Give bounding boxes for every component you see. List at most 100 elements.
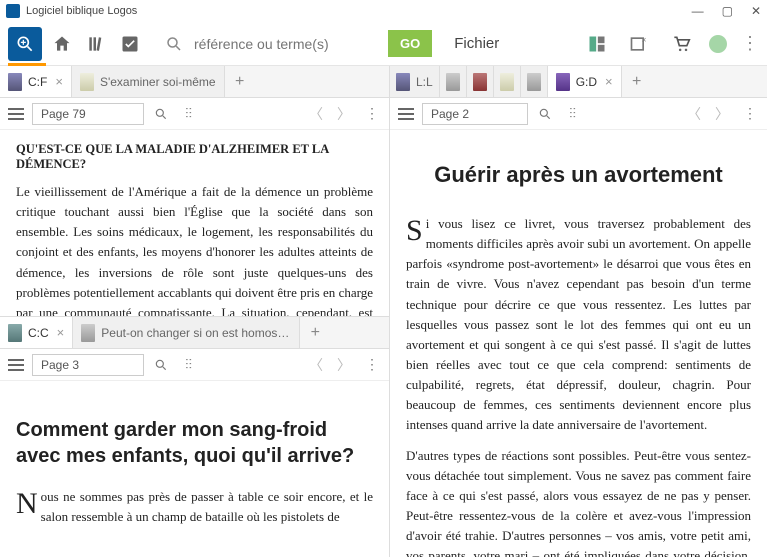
svg-text:×: × bbox=[642, 34, 647, 44]
close-icon[interactable]: × bbox=[57, 325, 65, 340]
search-group: GO bbox=[160, 30, 432, 58]
go-button[interactable]: GO bbox=[388, 30, 432, 57]
minimize-button[interactable]: — bbox=[692, 4, 704, 18]
file-menu[interactable]: Fichier bbox=[454, 35, 499, 52]
section-heading: QU'EST-CE QUE LA MALADIE D'ALZHEIMER ET … bbox=[16, 142, 373, 172]
add-tab-button[interactable]: + bbox=[225, 66, 255, 97]
tab-book4[interactable] bbox=[494, 66, 521, 97]
nav-prev-icon[interactable]: 〈 bbox=[683, 103, 705, 125]
window-title: Logiciel biblique Logos bbox=[26, 5, 137, 17]
search-icon[interactable] bbox=[150, 354, 172, 376]
body-paragraph: Si vous lisez ce livret, vous traversez … bbox=[406, 214, 751, 436]
book-cover-icon bbox=[500, 73, 514, 91]
pane-left-top: C:F × S'examiner soi-même + Page 79 ⫶⫶ 〈 bbox=[0, 66, 389, 317]
close-button[interactable]: ✕ bbox=[751, 4, 761, 18]
content-left-bottom: Comment garder mon sang-froid avec mes e… bbox=[0, 381, 389, 557]
pane-menu-icon[interactable]: ⋮ bbox=[739, 103, 761, 125]
tab-book2[interactable] bbox=[440, 66, 467, 97]
add-tab-button[interactable]: + bbox=[300, 317, 330, 348]
more-menu-icon[interactable]: ⋮ bbox=[741, 33, 759, 54]
right-column: L:L G:D × + Page 2 ⫶⫶ bbox=[390, 66, 767, 557]
nav-prev-icon[interactable]: 〈 bbox=[305, 103, 327, 125]
book-cover-icon bbox=[446, 73, 460, 91]
nav-next-icon[interactable]: 〉 bbox=[333, 354, 355, 376]
tab-label: L:L bbox=[416, 75, 433, 89]
book-cover-icon bbox=[556, 73, 570, 91]
content-right: Guérir après un avortement Si vous lisez… bbox=[390, 130, 767, 557]
close-icon[interactable]: × bbox=[605, 74, 613, 89]
maximize-button[interactable]: ▢ bbox=[722, 4, 733, 18]
content-left-top: QU'EST-CE QUE LA MALADIE D'ALZHEIMER ET … bbox=[0, 130, 389, 316]
pane-left-bottom: C:C × Peut-on changer si on est homosexu… bbox=[0, 317, 389, 557]
control-bar: Page 3 ⫶⫶ 〈 〉 ⋮ bbox=[0, 349, 389, 381]
control-bar: Page 79 ⫶⫶ 〈 〉 ⋮ bbox=[0, 98, 389, 130]
main-toolbar: GO Fichier × ⋮ bbox=[0, 22, 767, 66]
menu-icon[interactable] bbox=[6, 355, 26, 375]
book-cover-icon bbox=[8, 324, 22, 342]
tab-peuton[interactable]: Peut-on changer si on est homosexuel? bbox=[73, 317, 300, 348]
tab-ll[interactable]: L:L bbox=[390, 66, 440, 97]
tabbar-right: L:L G:D × + bbox=[390, 66, 767, 98]
app-icon bbox=[6, 4, 20, 18]
tab-book5[interactable] bbox=[521, 66, 548, 97]
home-icon[interactable] bbox=[48, 30, 76, 58]
nav-prev-icon[interactable]: 〈 bbox=[305, 354, 327, 376]
book-cover-icon bbox=[527, 73, 541, 91]
layout-icon[interactable] bbox=[583, 30, 611, 58]
search-icon[interactable] bbox=[160, 30, 188, 58]
pane-right: L:L G:D × + Page 2 ⫶⫶ bbox=[390, 66, 767, 557]
tab-cf[interactable]: C:F × bbox=[0, 66, 72, 97]
parallel-icon[interactable]: ⫶⫶ bbox=[178, 103, 200, 125]
library-icon[interactable] bbox=[82, 30, 110, 58]
search-icon[interactable] bbox=[150, 103, 172, 125]
check-icon[interactable] bbox=[116, 30, 144, 58]
tab-book3[interactable] bbox=[467, 66, 494, 97]
body-text: ous ne sommes pas près de passer à table… bbox=[41, 489, 373, 524]
book-cover-icon bbox=[81, 324, 95, 342]
page-input[interactable]: Page 2 bbox=[422, 103, 528, 125]
tab-sexaminer[interactable]: S'examiner soi-même bbox=[72, 66, 225, 97]
search-icon[interactable] bbox=[534, 103, 556, 125]
tabbar-left-bottom: C:C × Peut-on changer si on est homosexu… bbox=[0, 317, 389, 349]
article-title: Guérir après un avortement bbox=[406, 162, 751, 188]
tab-label: G:D bbox=[576, 75, 597, 89]
tab-cc[interactable]: C:C × bbox=[0, 317, 73, 348]
book-cover-icon bbox=[80, 73, 94, 91]
search-input[interactable] bbox=[188, 32, 388, 56]
tab-label: C:F bbox=[28, 75, 47, 89]
workspace: C:F × S'examiner soi-même + Page 79 ⫶⫶ 〈 bbox=[0, 66, 767, 557]
parallel-icon[interactable]: ⫶⫶ bbox=[562, 103, 584, 125]
user-avatar[interactable] bbox=[709, 35, 727, 53]
control-bar: Page 2 ⫶⫶ 〈 〉 ⋮ bbox=[390, 98, 767, 130]
window-controls: — ▢ ✕ bbox=[692, 4, 761, 18]
book-cover-icon bbox=[8, 73, 22, 91]
body-text: i vous lisez ce livret, vous traversez p… bbox=[406, 216, 751, 432]
tab-label: C:C bbox=[28, 326, 49, 340]
article-title: Comment garder mon sang-froid avec mes e… bbox=[16, 417, 373, 469]
titlebar: Logiciel biblique Logos — ▢ ✕ bbox=[0, 0, 767, 22]
body-paragraph: D'autres types de réactions sont possibl… bbox=[406, 446, 751, 557]
brand-logo[interactable] bbox=[8, 27, 42, 61]
add-tab-button[interactable]: + bbox=[622, 66, 652, 97]
panel-close-icon[interactable]: × bbox=[625, 30, 653, 58]
menu-icon[interactable] bbox=[6, 104, 26, 124]
nav-next-icon[interactable]: 〉 bbox=[333, 103, 355, 125]
dropcap: N bbox=[16, 487, 41, 519]
pane-menu-icon[interactable]: ⋮ bbox=[361, 354, 383, 376]
toolbar-right: × ⋮ bbox=[583, 30, 759, 58]
tab-label: S'examiner soi-même bbox=[100, 75, 216, 89]
close-icon[interactable]: × bbox=[55, 74, 63, 89]
dropcap: S bbox=[406, 214, 426, 246]
nav-next-icon[interactable]: 〉 bbox=[711, 103, 733, 125]
pane-menu-icon[interactable]: ⋮ bbox=[361, 103, 383, 125]
left-column: C:F × S'examiner soi-même + Page 79 ⫶⫶ 〈 bbox=[0, 66, 390, 557]
menu-icon[interactable] bbox=[396, 104, 416, 124]
book-cover-icon bbox=[396, 73, 410, 91]
page-input[interactable]: Page 79 bbox=[32, 103, 144, 125]
body-paragraph: Le vieillissement de l'Amérique a fait d… bbox=[16, 182, 373, 316]
body-paragraph: Nous ne sommes pas près de passer à tabl… bbox=[16, 487, 373, 527]
parallel-icon[interactable]: ⫶⫶ bbox=[178, 354, 200, 376]
cart-icon[interactable] bbox=[667, 30, 695, 58]
tab-gd[interactable]: G:D × bbox=[548, 66, 622, 97]
page-input[interactable]: Page 3 bbox=[32, 354, 144, 376]
